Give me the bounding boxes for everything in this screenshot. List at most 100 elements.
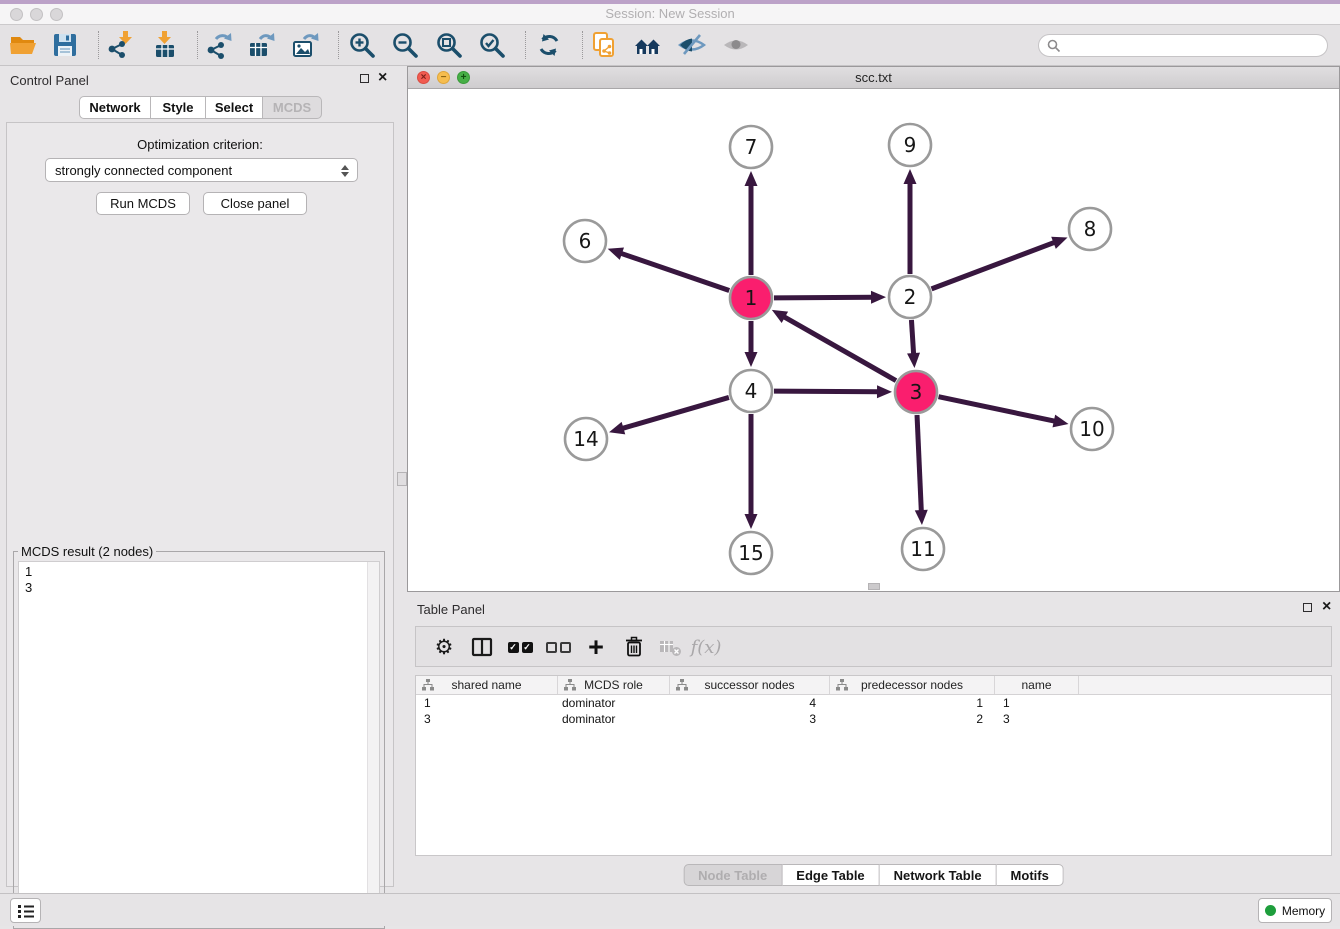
tab-edge-table[interactable]: Edge Table xyxy=(782,864,879,886)
column-header-predecessor-nodes[interactable]: predecessor nodes xyxy=(830,676,995,694)
graph-edge-3-1[interactable] xyxy=(772,310,896,381)
table-header-row: shared name MCDS role successor nodes pr… xyxy=(416,676,1331,695)
panel-splitter[interactable] xyxy=(400,66,407,893)
gear-icon[interactable]: ⚙ xyxy=(428,631,460,663)
node-label: 6 xyxy=(579,229,592,253)
graph-node-3[interactable]: 3 xyxy=(895,371,937,413)
graph-node-7[interactable]: 7 xyxy=(730,126,772,168)
table-row[interactable]: 3 dominator 3 2 3 xyxy=(416,711,1331,727)
toolbar-separator xyxy=(98,31,99,59)
graph-node-2[interactable]: 2 xyxy=(889,276,931,318)
tab-node-table[interactable]: Node Table xyxy=(683,864,782,886)
close-panel-button[interactable]: Close panel xyxy=(203,192,307,215)
add-column-icon[interactable]: + xyxy=(580,631,612,663)
open-session-icon[interactable] xyxy=(9,31,37,59)
zoom-selected-icon[interactable] xyxy=(478,31,506,59)
split-columns-icon[interactable] xyxy=(466,631,498,663)
graph-edge-2-3[interactable] xyxy=(907,320,920,368)
float-table-panel-icon[interactable] xyxy=(1303,603,1312,612)
eye-slash-icon[interactable] xyxy=(678,31,706,59)
tab-style[interactable]: Style xyxy=(151,96,206,119)
graph-node-10[interactable]: 10 xyxy=(1071,408,1113,450)
graph-edge-2-9[interactable] xyxy=(904,169,917,274)
graph-edge-3-10[interactable] xyxy=(939,397,1069,428)
cell-successor-nodes[interactable]: 4 xyxy=(670,695,830,711)
splitter-grip[interactable] xyxy=(397,472,407,486)
export-network-icon[interactable] xyxy=(204,31,232,59)
criterion-dropdown[interactable]: strongly connected component xyxy=(45,158,358,182)
graph-edge-4-3[interactable] xyxy=(774,385,892,398)
column-header-shared-name[interactable]: shared name xyxy=(416,676,558,694)
os-titlebar: Session: New Session xyxy=(0,4,1340,25)
cell-successor-nodes[interactable]: 3 xyxy=(670,711,830,727)
column-header-successor-nodes[interactable]: successor nodes xyxy=(670,676,830,694)
column-header-name[interactable]: name xyxy=(995,676,1079,694)
column-header-mcds-role[interactable]: MCDS role xyxy=(558,676,670,694)
cell-mcds-role[interactable]: dominator xyxy=(558,711,670,727)
result-scrollbar[interactable] xyxy=(367,562,379,923)
cell-name[interactable]: 3 xyxy=(995,711,1079,727)
network-minimize-button[interactable]: − xyxy=(437,71,450,84)
network-close-button[interactable]: × xyxy=(417,71,430,84)
graph-node-11[interactable]: 11 xyxy=(902,528,944,570)
graph-edge-2-8[interactable] xyxy=(932,237,1068,289)
tab-motifs[interactable]: Motifs xyxy=(997,864,1064,886)
graph-node-14[interactable]: 14 xyxy=(565,418,607,460)
os-minimize-button[interactable] xyxy=(30,8,43,21)
cell-shared-name[interactable]: 1 xyxy=(416,695,558,711)
deselect-all-checkboxes-icon[interactable] xyxy=(542,631,574,663)
cell-mcds-role[interactable]: dominator xyxy=(558,695,670,711)
cell-name[interactable]: 1 xyxy=(995,695,1079,711)
graph-edge-1-4[interactable] xyxy=(745,321,758,367)
graph-edge-1-7[interactable] xyxy=(745,171,758,275)
graph-node-15[interactable]: 15 xyxy=(730,532,772,574)
tab-network[interactable]: Network xyxy=(79,96,151,119)
select-all-checkboxes-icon[interactable]: ✓✓ xyxy=(504,631,536,663)
network-maximize-button[interactable]: + xyxy=(457,71,470,84)
graph-edge-3-11[interactable] xyxy=(915,415,928,525)
zoom-in-icon[interactable] xyxy=(348,31,376,59)
graph-node-8[interactable]: 8 xyxy=(1069,208,1111,250)
tab-select[interactable]: Select xyxy=(206,96,263,119)
graph-node-9[interactable]: 9 xyxy=(889,124,931,166)
os-close-button[interactable] xyxy=(10,8,23,21)
network-graph[interactable]: 1 2 3 4 6 7 8 9 10 11 14 15 xyxy=(408,89,1339,591)
close-panel-icon[interactable]: × xyxy=(378,72,387,84)
float-panel-icon[interactable] xyxy=(360,74,369,83)
run-mcds-button[interactable]: Run MCDS xyxy=(96,192,190,215)
graph-edge-4-15[interactable] xyxy=(745,414,758,529)
search-field[interactable] xyxy=(1038,34,1328,57)
graph-edge-1-6[interactable] xyxy=(608,248,730,291)
graph-node-1[interactable]: 1 xyxy=(730,277,772,319)
network-canvas[interactable]: 1 2 3 4 6 7 8 9 10 11 14 15 xyxy=(408,89,1339,591)
import-table-icon[interactable] xyxy=(151,31,179,59)
zoom-out-icon[interactable] xyxy=(391,31,419,59)
trash-icon[interactable] xyxy=(618,631,650,663)
graph-node-4[interactable]: 4 xyxy=(730,370,772,412)
refresh-view-icon[interactable] xyxy=(535,31,563,59)
table-row[interactable]: 1 dominator 4 1 1 xyxy=(416,695,1331,711)
cell-predecessor-nodes[interactable]: 2 xyxy=(830,711,995,727)
eye-icon[interactable] xyxy=(722,31,750,59)
export-table-icon[interactable] xyxy=(247,31,275,59)
zoom-fit-icon[interactable] xyxy=(435,31,463,59)
memory-button[interactable]: Memory xyxy=(1258,898,1332,923)
tab-network-table[interactable]: Network Table xyxy=(880,864,997,886)
cell-predecessor-nodes[interactable]: 1 xyxy=(830,695,995,711)
export-image-icon[interactable] xyxy=(291,31,319,59)
task-history-button[interactable] xyxy=(10,898,41,923)
graph-edge-1-2[interactable] xyxy=(774,291,886,304)
close-table-panel-icon[interactable]: × xyxy=(1322,601,1331,613)
tab-mcds[interactable]: MCDS xyxy=(263,96,322,119)
toolbar-separator xyxy=(525,31,526,59)
network-hscroll-thumb[interactable] xyxy=(868,583,880,590)
os-zoom-button[interactable] xyxy=(50,8,63,21)
save-session-icon[interactable] xyxy=(51,31,79,59)
clone-network-icon[interactable] xyxy=(590,31,618,59)
graph-node-6[interactable]: 6 xyxy=(564,220,606,262)
import-network-icon[interactable] xyxy=(106,31,134,59)
search-input[interactable] xyxy=(1061,37,1327,55)
houses-icon[interactable] xyxy=(634,31,662,59)
graph-edge-4-14[interactable] xyxy=(609,397,729,434)
cell-shared-name[interactable]: 3 xyxy=(416,711,558,727)
